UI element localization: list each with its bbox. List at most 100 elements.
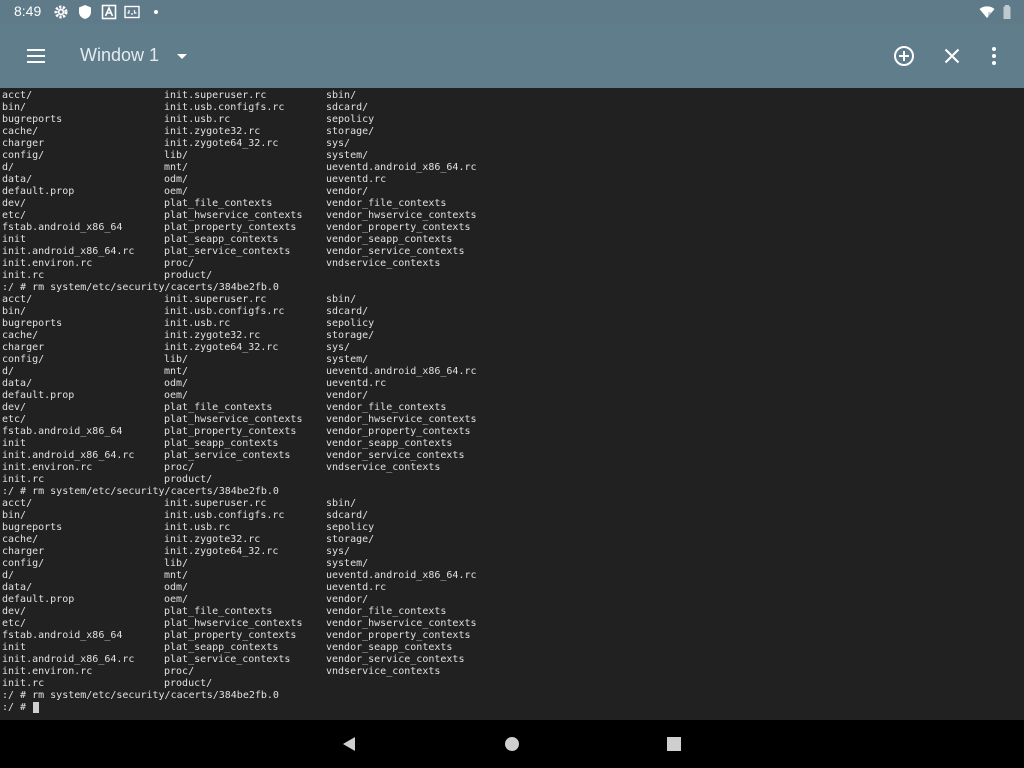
terminal-listing-entry: lib/	[164, 150, 189, 161]
terminal-listing-row: config/lib/system/	[2, 354, 1020, 366]
terminal-listing-entry: default.prop	[2, 594, 75, 605]
recents-icon[interactable]	[664, 734, 684, 754]
terminal-listing-entry: system/	[326, 150, 369, 161]
terminal-listing-entry: oem/	[164, 594, 189, 605]
terminal-listing-entry: vendor/	[326, 390, 369, 401]
terminal-listing-row: init plat_seapp_contexts vendor_seapp_cont…	[2, 642, 1020, 654]
terminal-listing-entry: oem/	[164, 186, 189, 197]
terminal-listing-entry: init.usb.rc	[164, 318, 231, 329]
chevron-down-icon[interactable]	[174, 46, 190, 66]
terminal-listing-row: bin/init.usb.configfs.rc sdcard/	[2, 306, 1020, 318]
terminal-listing-row: acct/init.superuser.rc sbin/	[2, 294, 1020, 306]
menu-icon[interactable]	[24, 44, 48, 68]
back-icon[interactable]	[339, 734, 359, 754]
terminal-listing-entry: plat_property_contexts	[164, 426, 297, 437]
terminal-listing-entry: init.environ.rc	[2, 462, 93, 473]
keyboard-icon	[124, 5, 140, 19]
home-icon[interactable]	[502, 734, 522, 754]
terminal-listing-row: init.rc product/	[2, 270, 1020, 282]
terminal-listing-entry: cache/	[2, 534, 39, 545]
terminal-listing-entry: vendor/	[326, 594, 369, 605]
terminal-listing-row: dev/plat_file_contexts vendor_file_contex…	[2, 402, 1020, 414]
terminal-listing-entry: vendor_seapp_contexts	[326, 642, 453, 653]
terminal-prompt-line[interactable]: :/ #	[2, 702, 1020, 714]
terminal-listing-row: config/lib/system/	[2, 150, 1020, 162]
terminal-listing-row: init.rc product/	[2, 474, 1020, 486]
terminal-listing-entry: d/	[2, 366, 15, 377]
add-circle-icon[interactable]	[892, 44, 916, 68]
terminal-view[interactable]: acct/init.superuser.rc sbin/bin/init.usb.…	[0, 88, 1024, 720]
terminal-listing-entry: init.zygote64_32.rc	[164, 342, 279, 353]
terminal-listing-entry: bugreports	[2, 318, 63, 329]
terminal-listing-entry: d/	[2, 570, 15, 581]
terminal-listing-entry: proc/	[164, 462, 195, 473]
terminal-listing-row: dev/plat_file_contexts vendor_file_contex…	[2, 606, 1020, 618]
terminal-listing-entry: data/	[2, 378, 33, 389]
terminal-listing-entry: system/	[326, 354, 369, 365]
terminal-listing-entry: bin/	[2, 510, 27, 521]
terminal-listing-entry: ueventd.rc	[326, 378, 387, 389]
terminal-listing-row: etc/plat_hwservice_contexts vendor_hwserv…	[2, 414, 1020, 426]
terminal-listing-entry: init.superuser.rc	[164, 498, 267, 509]
close-icon[interactable]	[940, 44, 964, 68]
terminal-command-line: :/ # rm system/etc/security/cacerts/384b…	[2, 690, 279, 701]
terminal-listing-entry: init.zygote32.rc	[164, 126, 261, 137]
terminal-listing-entry: sbin/	[326, 498, 357, 509]
terminal-listing-row: init.environ.rc proc/vndservice_contexts	[2, 462, 1020, 474]
terminal-listing-entry: plat_file_contexts	[164, 198, 273, 209]
terminal-listing-entry: vendor_file_contexts	[326, 402, 447, 413]
terminal-listing-entry: ueventd.rc	[326, 174, 387, 185]
terminal-listing-entry: vendor_service_contexts	[326, 450, 465, 461]
terminal-listing-entry: init.android_x86_64.rc	[2, 246, 135, 257]
wifi-icon: R	[979, 6, 995, 19]
terminal-prompt: :/ #	[2, 702, 33, 713]
terminal-listing-entry: odm/	[164, 582, 189, 593]
terminal-listing-entry: init.zygote64_32.rc	[164, 546, 279, 557]
terminal-listing-entry: plat_service_contexts	[164, 246, 291, 257]
terminal-listing-entry: vendor_seapp_contexts	[326, 438, 453, 449]
terminal-listing-entry: config/	[2, 558, 45, 569]
terminal-listing-entry: cache/	[2, 330, 39, 341]
terminal-listing-entry: init	[2, 642, 27, 653]
terminal-listing-entry: init	[2, 234, 27, 245]
more-vert-icon[interactable]	[982, 44, 1006, 68]
terminal-listing-entry: mnt/	[164, 366, 189, 377]
terminal-listing-entry: product/	[164, 270, 213, 281]
terminal-listing-entry: init.zygote32.rc	[164, 330, 261, 341]
terminal-listing-entry: mnt/	[164, 570, 189, 581]
terminal-listing-row: data/odm/ueventd.rc	[2, 378, 1020, 390]
terminal-listing-entry: sys/	[326, 138, 351, 149]
terminal-listing-entry: proc/	[164, 258, 195, 269]
terminal-listing-entry: init.environ.rc	[2, 258, 93, 269]
terminal-listing-entry: ueventd.android_x86_64.rc	[326, 570, 477, 581]
terminal-listing-entry: plat_seapp_contexts	[164, 234, 279, 245]
terminal-listing-entry: oem/	[164, 390, 189, 401]
terminal-listing-entry: mnt/	[164, 162, 189, 173]
terminal-listing-entry: vndservice_contexts	[326, 666, 441, 677]
terminal-listing-entry: sdcard/	[326, 306, 369, 317]
terminal-listing-entry: plat_file_contexts	[164, 402, 273, 413]
terminal-listing-entry: vendor_service_contexts	[326, 246, 465, 257]
terminal-listing-entry: sepolicy	[326, 522, 375, 533]
terminal-listing-entry: init.rc	[2, 474, 45, 485]
terminal-listing-entry: dev/	[2, 198, 27, 209]
terminal-listing-entry: plat_hwservice_contexts	[164, 618, 303, 629]
terminal-listing-entry: d/	[2, 162, 15, 173]
terminal-listing-entry: sepolicy	[326, 318, 375, 329]
terminal-listing-entry: init.zygote32.rc	[164, 534, 261, 545]
status-time: 8:49	[14, 3, 42, 19]
terminal-listing-entry: bin/	[2, 102, 27, 113]
terminal-listing-entry: init.usb.configfs.rc	[164, 306, 285, 317]
terminal-listing-entry: vndservice_contexts	[326, 462, 441, 473]
terminal-listing-entry: etc/	[2, 210, 27, 221]
terminal-listing-row: bugreports init.usb.rc sepolicy	[2, 318, 1020, 330]
terminal-listing-row: charger init.zygote64_32.rc sys/	[2, 546, 1020, 558]
terminal-listing-row: bugreports init.usb.rc sepolicy	[2, 522, 1020, 534]
terminal-listing-row: init.android_x86_64.rc plat_service_conte…	[2, 654, 1020, 666]
window-title[interactable]: Window 1	[80, 45, 159, 66]
terminal-listing-row: d/mnt/ueventd.android_x86_64.rc	[2, 366, 1020, 378]
terminal-listing-entry: fstab.android_x86_64	[2, 222, 123, 233]
terminal-listing-row: cache/init.zygote32.rc storage/	[2, 534, 1020, 546]
gear-icon	[54, 5, 68, 19]
terminal-listing-entry: storage/	[326, 330, 375, 341]
